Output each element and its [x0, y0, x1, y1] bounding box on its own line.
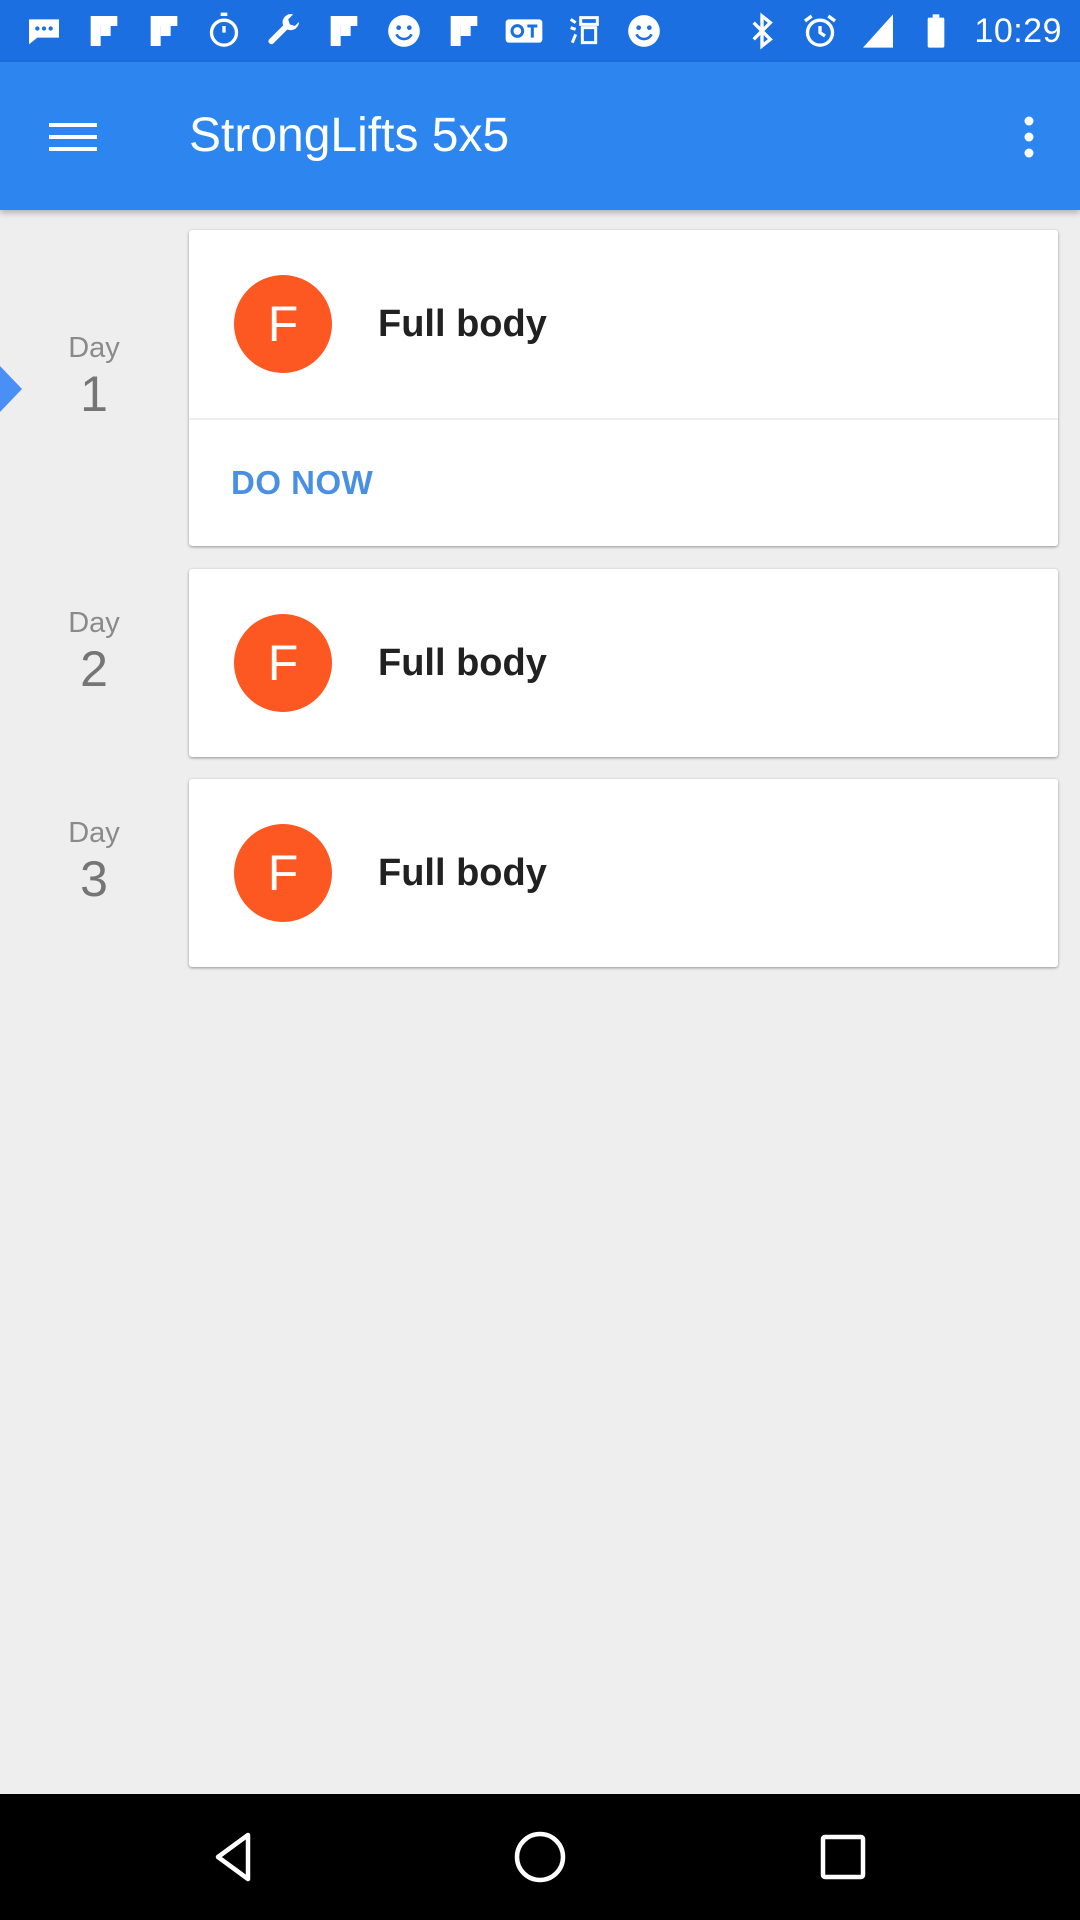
- flipboard-icon: [144, 11, 184, 51]
- do-now-button[interactable]: DO NOW: [231, 464, 373, 502]
- workout-card-1[interactable]: F Full body DO NOW: [189, 230, 1058, 546]
- smiley-icon: [624, 11, 664, 51]
- bluetooth-icon: [742, 11, 782, 51]
- app-title: StrongLifts 5x5: [189, 109, 510, 162]
- day-label-2: Day 2: [0, 605, 188, 697]
- workout-name: Full body: [378, 302, 547, 345]
- wrench-icon: [264, 11, 304, 51]
- flipboard-icon: [84, 11, 124, 51]
- day-label-1: Day 1: [0, 330, 188, 422]
- card-header[interactable]: F Full body: [189, 230, 1058, 418]
- day-label-3: Day 3: [0, 815, 188, 907]
- day-number: 2: [80, 641, 108, 697]
- day-number: 1: [80, 366, 108, 422]
- system-status-icons: 10:29: [742, 0, 1062, 62]
- day-word: Day: [68, 817, 120, 849]
- workout-name: Full body: [378, 851, 547, 894]
- back-button[interactable]: [204, 1825, 268, 1889]
- status-bar: 10:29: [0, 0, 1080, 62]
- menu-button[interactable]: [38, 102, 108, 172]
- workout-name: Full body: [378, 641, 547, 684]
- home-icon: [514, 1831, 566, 1883]
- day-word: Day: [68, 332, 120, 364]
- navigation-bar: [0, 1794, 1080, 1920]
- recents-button[interactable]: [811, 1825, 875, 1889]
- card-actions: DO NOW: [189, 420, 1058, 546]
- battery-icon: [916, 11, 956, 51]
- day-word: Day: [68, 607, 120, 639]
- chat-icon: [24, 11, 64, 51]
- workout-avatar: F: [234, 824, 332, 922]
- card-header[interactable]: F Full body: [189, 779, 1058, 967]
- workout-avatar: F: [234, 614, 332, 712]
- flipboard-icon: [324, 11, 364, 51]
- status-time: 10:29: [974, 11, 1062, 50]
- back-icon: [215, 1832, 251, 1882]
- workout-card-3[interactable]: F Full body: [189, 779, 1058, 967]
- qt-icon: [504, 11, 544, 51]
- notification-icons: [24, 0, 664, 62]
- card-header[interactable]: F Full body: [189, 569, 1058, 757]
- home-button[interactable]: [508, 1825, 572, 1889]
- stopwatch-icon: [204, 11, 244, 51]
- recents-icon: [820, 1834, 866, 1880]
- workout-card-2[interactable]: F Full body: [189, 569, 1058, 757]
- hamburger-menu-icon: [49, 123, 97, 151]
- more-vert-icon: [1024, 116, 1034, 158]
- flipboard-icon: [444, 11, 484, 51]
- alarm-icon: [800, 11, 840, 51]
- day-number: 3: [80, 851, 108, 907]
- overflow-menu-button[interactable]: [994, 102, 1064, 172]
- workout-avatar: F: [234, 275, 332, 373]
- smiley-icon: [384, 11, 424, 51]
- app-bar: StrongLifts 5x5: [0, 62, 1080, 210]
- signal-icon: [858, 11, 898, 51]
- app-icon: [564, 11, 604, 51]
